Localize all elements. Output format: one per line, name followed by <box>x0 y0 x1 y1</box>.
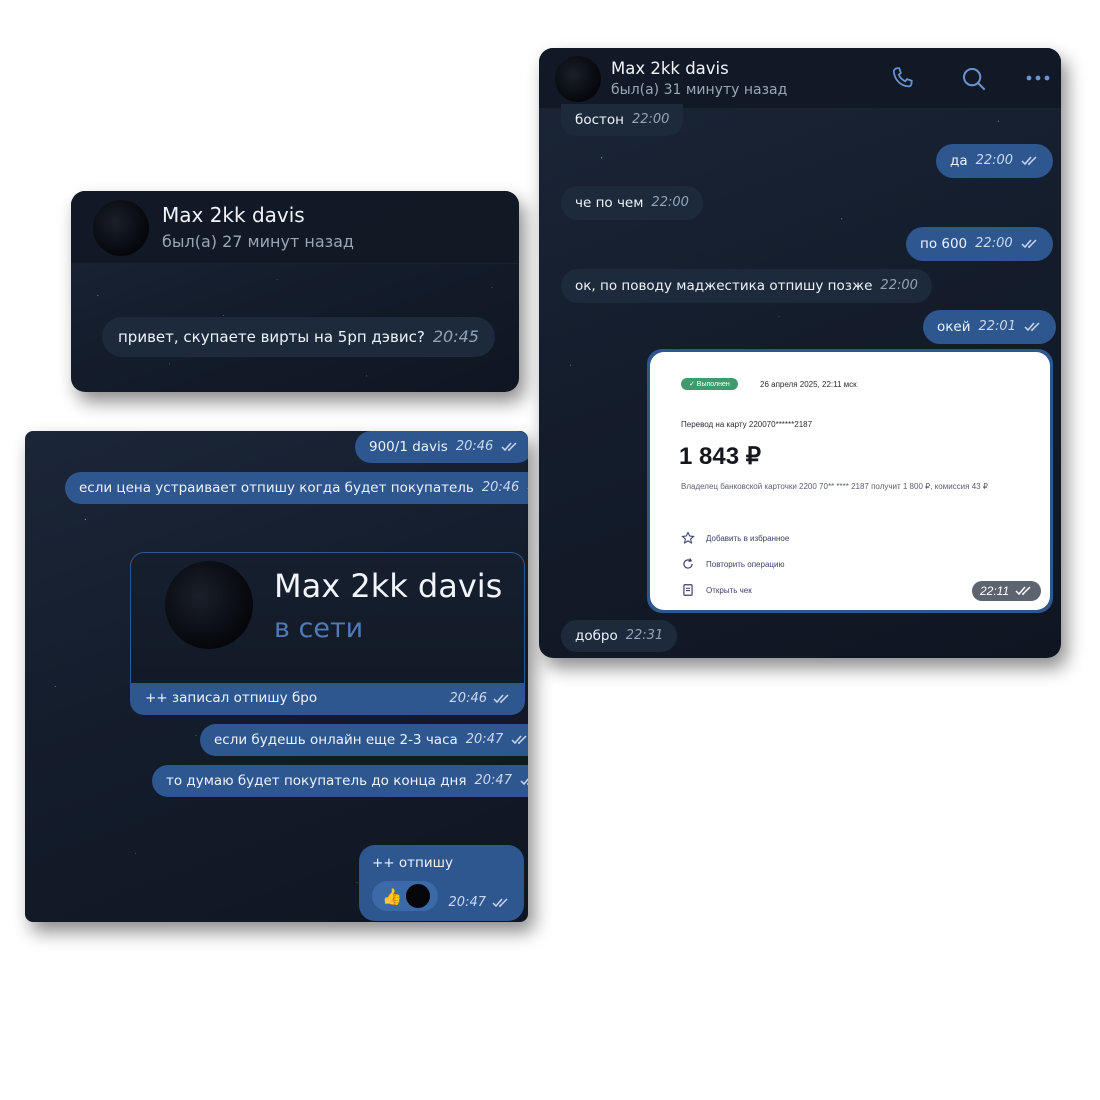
incoming-message[interactable]: привет, скупаете вирты на 5рп дэвис? 20:… <box>102 317 495 357</box>
last-seen-status: был(а) 27 минут назад <box>162 232 354 251</box>
receipt-date: 26 апреля 2025, 22:11 мск <box>760 380 857 389</box>
message-text: то думаю будет покупатель до конца дня <box>166 773 467 789</box>
repeat-operation-link: Повторить операцию <box>706 560 785 569</box>
message-text: да <box>950 153 968 169</box>
outgoing-message[interactable]: 900/1 davis 20:46 <box>355 431 528 463</box>
message-time: 20:47 <box>474 773 512 788</box>
add-to-favorites-link: Добавить в избранное <box>706 534 790 543</box>
more-icon[interactable] <box>1025 73 1051 83</box>
thumbs-up-icon: 👍 <box>382 886 402 906</box>
forward-time-wrap: 20:46 <box>450 691 511 706</box>
message-time: 22:00 <box>880 278 918 293</box>
message-text: окей <box>937 319 971 335</box>
message-text: 900/1 davis <box>369 439 448 455</box>
read-ticks-icon <box>1015 586 1033 596</box>
message-time: 20:46 <box>449 691 487 706</box>
chat-panel-deal: Max 2kk davis был(а) 31 минуту назад бос… <box>539 48 1061 658</box>
message-text: ++ отпишу <box>372 855 453 871</box>
message-text: ок, по поводу маджестика отпишу позже <box>575 278 873 294</box>
message-text: если цена устраивает отпишу когда будет … <box>79 480 474 496</box>
receipt-amount: 1 843 ₽ <box>679 443 761 470</box>
message-time: 22:31 <box>625 628 664 643</box>
message-time: 22:11 <box>980 584 1010 598</box>
message-time: 22:00 <box>975 236 1013 251</box>
outgoing-message[interactable]: по 600 22:00 <box>906 227 1053 261</box>
search-icon[interactable] <box>959 64 989 94</box>
message-text: добро <box>575 628 618 644</box>
bank-receipt: ✓ Выполнен 26 апреля 2025, 22:11 мск Пер… <box>650 352 1050 610</box>
message-time: 22:00 <box>631 112 670 127</box>
receipt-time-overlay: 22:11 <box>972 581 1042 601</box>
outgoing-message-with-reaction[interactable]: ++ отпишу 👍 20:47 <box>359 845 524 921</box>
forwarded-contact-name: Max 2kk davis <box>274 567 503 605</box>
chat-panel-first-message: Max 2kk davis был(а) 27 минут назад прив… <box>71 191 519 392</box>
message-text: если будешь онлайн еще 2-3 часа <box>214 732 458 748</box>
message-time: 20:47 <box>465 732 504 747</box>
read-ticks-icon <box>493 693 511 704</box>
chat-header: Max 2kk davis был(а) 27 минут назад <box>71 191 519 264</box>
avatar <box>165 561 253 649</box>
message-time: 20:46 <box>481 480 520 495</box>
read-ticks-icon <box>527 483 528 493</box>
message-time: 20:46 <box>455 439 494 454</box>
receipt-description: Владелец банковской карточки 2200 70** *… <box>681 482 988 491</box>
message-time: 20:47 <box>448 895 486 910</box>
contact-name: Max 2kk davis <box>162 203 305 227</box>
avatar[interactable] <box>555 56 601 102</box>
incoming-message[interactable]: бостон 22:00 <box>561 104 684 136</box>
phone-icon[interactable] <box>888 64 918 94</box>
receipt-status-badge: ✓ Выполнен <box>681 378 738 390</box>
reactor-avatar <box>405 884 430 908</box>
forwarded-screenshot-message[interactable]: Max 2kk davis в сети ++ записал отпишу б… <box>130 552 525 715</box>
outgoing-message[interactable]: окей 22:01 <box>923 310 1056 344</box>
forwarded-online-status: в сети <box>274 613 364 644</box>
message-time: 22:00 <box>975 153 1014 168</box>
read-ticks-icon <box>520 776 528 786</box>
read-ticks-icon <box>501 442 519 452</box>
repeat-icon <box>681 557 695 571</box>
incoming-message[interactable]: добро 22:31 <box>561 620 678 652</box>
receipt-document-icon <box>681 583 695 597</box>
receipt-transfer-label: Перевод на карту 220070******2187 <box>681 420 813 429</box>
last-seen-status: был(а) 31 минуту назад <box>611 82 788 98</box>
read-ticks-icon <box>511 735 528 745</box>
incoming-message[interactable]: ок, по поводу маджестика отпишу позже 22… <box>561 269 932 303</box>
outgoing-message[interactable]: если цена устраивает отпишу когда будет … <box>65 472 528 504</box>
message-text: че по чем <box>575 195 644 211</box>
incoming-message[interactable]: че по чем 22:00 <box>561 186 703 220</box>
chat-header: Max 2kk davis был(а) 31 минуту назад <box>539 48 1061 109</box>
message-time: 22:01 <box>978 319 1016 334</box>
read-ticks-icon <box>1021 239 1039 249</box>
forward-caption: ++ записал отпишу бро <box>145 690 318 706</box>
chat-panel-conversation: 900/1 davis 20:46 если цена устраивает о… <box>25 431 528 922</box>
time-wrap: 20:47 <box>449 895 510 910</box>
read-ticks-icon <box>1021 156 1039 166</box>
star-icon <box>681 531 695 545</box>
outgoing-message[interactable]: то думаю будет покупатель до конца дня 2… <box>152 765 528 797</box>
outgoing-message[interactable]: да 22:00 <box>936 144 1054 178</box>
contact-name: Max 2kk davis <box>611 59 729 78</box>
message-text: бостон <box>575 112 624 128</box>
receipt-image-message[interactable]: ✓ Выполнен 26 апреля 2025, 22:11 мск Пер… <box>647 349 1053 613</box>
message-time: 22:00 <box>651 195 689 210</box>
open-receipt-link: Открыть чек <box>706 586 752 595</box>
avatar[interactable] <box>93 200 149 256</box>
message-text: привет, скупаете вирты на 5рп дэвис? <box>118 328 425 346</box>
read-ticks-icon <box>492 897 510 908</box>
read-ticks-icon <box>1024 322 1042 332</box>
message-text: по 600 <box>920 236 968 252</box>
forwarded-screenshot-image: Max 2kk davis в сети <box>131 553 524 683</box>
outgoing-message[interactable]: если будешь онлайн еще 2-3 часа 20:47 <box>200 724 528 756</box>
reaction-chip[interactable]: 👍 <box>372 881 438 911</box>
message-time: 20:45 <box>432 327 479 346</box>
